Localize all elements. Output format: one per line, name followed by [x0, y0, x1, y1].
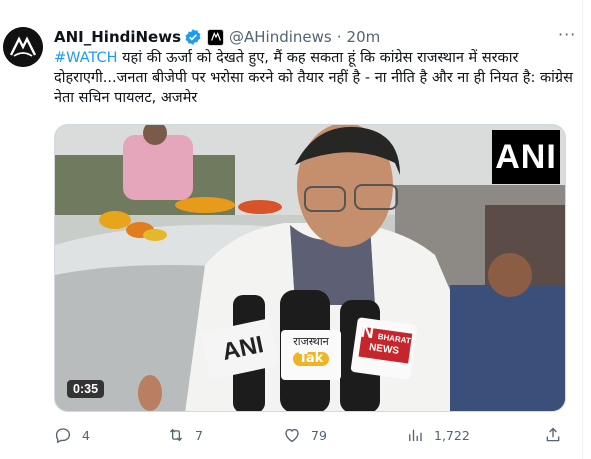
share-button[interactable]: [544, 426, 562, 444]
verified-badge-icon: [184, 28, 202, 46]
retweet-count: 7: [195, 427, 203, 443]
retweet-button[interactable]: 7: [167, 426, 203, 444]
reply-count: 4: [82, 427, 90, 443]
mic-flag-news-n: N: [359, 320, 376, 343]
video-duration-badge: 0:35: [67, 380, 105, 398]
more-options-icon[interactable]: ···: [558, 25, 576, 44]
avatar[interactable]: [3, 27, 43, 67]
bar-chart-icon: [409, 429, 422, 441]
comment-icon: [55, 428, 71, 444]
video-frame: [55, 125, 565, 411]
mic-flag-rajasthan-tak: राजस्थान Tak: [281, 335, 341, 366]
mic-flag-rajasthan-text: राजस्थान: [293, 335, 329, 348]
tweet-card[interactable]: ANI_HindiNews @AHindinews · 20m ··· #WAT…: [0, 0, 583, 459]
like-button[interactable]: 79: [283, 426, 327, 444]
ani-logo-icon: [3, 27, 43, 67]
affiliate-logo-icon[interactable]: [207, 28, 225, 46]
separator-dot: ·: [336, 28, 342, 46]
reply-button[interactable]: 4: [54, 426, 90, 444]
timestamp[interactable]: 20m: [347, 28, 381, 46]
hashtag-link[interactable]: #WATCH: [54, 50, 118, 66]
mic-flag-tak-text: Tak: [292, 352, 330, 366]
like-count: 79: [311, 427, 327, 443]
tweet-actions: 4 7 79 1,722: [54, 426, 566, 446]
ani-watermark: ANI: [492, 130, 560, 184]
share-icon: [546, 427, 560, 442]
views-button[interactable]: 1,722: [406, 426, 470, 444]
tweet-header: ANI_HindiNews @AHindinews · 20m: [54, 27, 380, 47]
view-count: 1,722: [434, 427, 470, 443]
user-handle[interactable]: @AHindinews: [229, 28, 332, 46]
retweet-icon: [169, 428, 183, 442]
tweet-text: #WATCH यहां की ऊर्जा को देखते हुए, मैं क…: [54, 48, 574, 108]
display-name[interactable]: ANI_HindiNews: [54, 28, 181, 46]
video-player[interactable]: ANI राजस्थान Tak N BHARAT NEWS ANI 0:35: [54, 124, 566, 412]
tweet-body: यहां की ऊर्जा को देखते हुए, मैं कह सकता …: [54, 50, 573, 106]
heart-icon: [285, 428, 299, 443]
